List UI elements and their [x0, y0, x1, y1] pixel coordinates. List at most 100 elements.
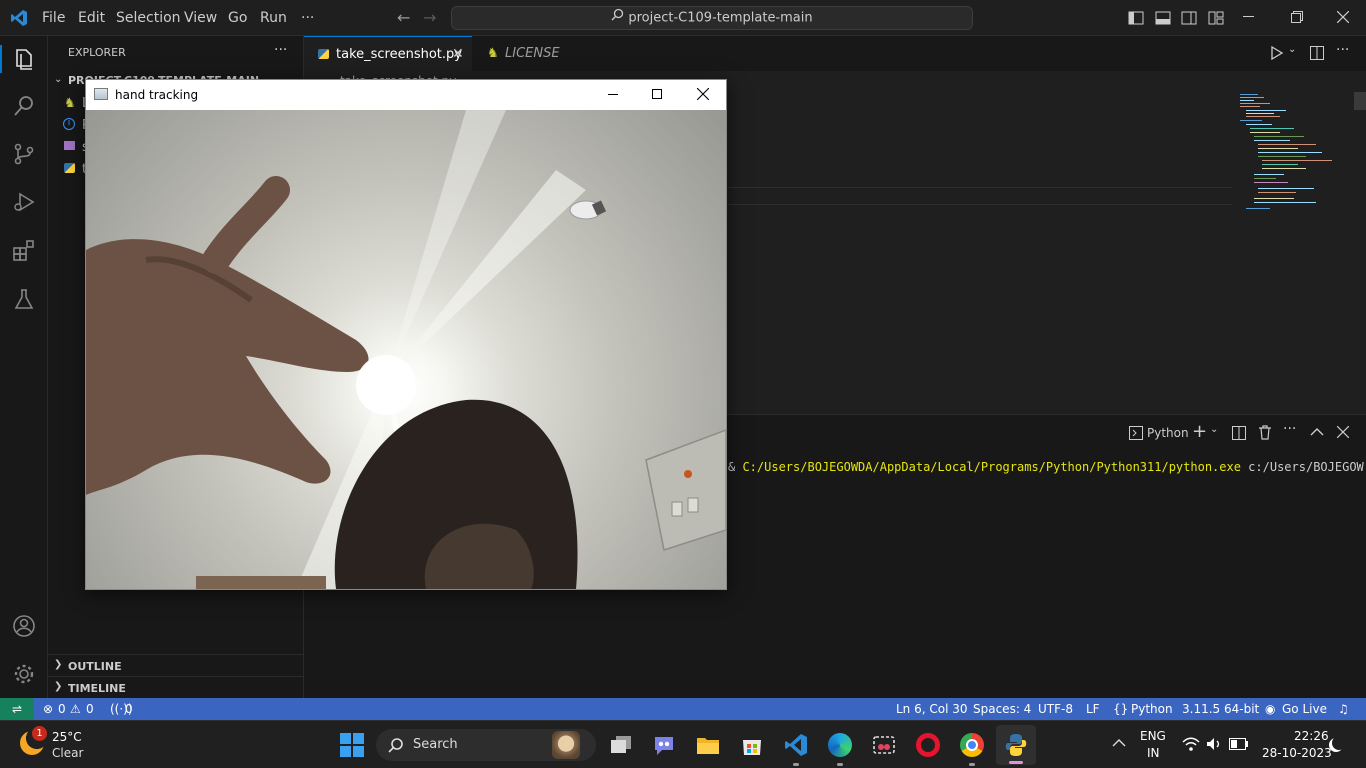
run-file-icon[interactable] [1270, 45, 1284, 64]
back-arrow-icon[interactable]: ← [397, 8, 410, 27]
teams-chat-icon[interactable] [652, 734, 676, 760]
restore-icon[interactable] [1291, 11, 1303, 27]
new-terminal-plus-icon[interactable]: + [1192, 421, 1207, 442]
line-ending[interactable]: LF [1086, 702, 1100, 716]
extensions-icon[interactable] [12, 239, 36, 267]
errors-count[interactable]: 0 [58, 702, 66, 716]
volume-icon[interactable] [1206, 736, 1222, 756]
microsoft-store-icon[interactable] [740, 733, 764, 761]
hand-tracking-window[interactable]: hand tracking [85, 79, 727, 590]
explorer-more-icon[interactable]: ··· [274, 42, 287, 58]
source-control-icon[interactable] [12, 142, 36, 170]
battery-icon[interactable] [1229, 738, 1249, 754]
current-line-highlight [724, 187, 1232, 205]
terminal-command-line[interactable]: & C:/Users/BOJEGOWDA/AppData/Local/Progr… [728, 460, 1364, 474]
taskbar-search-box[interactable]: Search [376, 729, 596, 761]
run-debug-icon[interactable] [12, 190, 36, 218]
minimize-icon[interactable] [1243, 16, 1254, 17]
chevron-right-icon: ❯ [54, 659, 63, 670]
command-center-search[interactable]: project-C109-template-main [451, 6, 973, 30]
menu-run[interactable]: Run [260, 10, 287, 26]
close-panel-icon[interactable] [1336, 425, 1350, 442]
forward-arrow-icon[interactable]: → [423, 8, 436, 27]
warnings-icon[interactable]: ⚠ [70, 702, 81, 716]
language-indicator-top[interactable]: ENG [1140, 729, 1166, 743]
close-icon[interactable] [1336, 10, 1350, 27]
customize-layout-icon[interactable] [1208, 10, 1224, 30]
testing-icon[interactable] [12, 287, 36, 315]
python-interpreter[interactable]: 3.11.5 64-bit [1182, 702, 1259, 716]
search-sidebar-icon[interactable] [12, 94, 36, 122]
edge-browser-icon[interactable] [828, 733, 852, 757]
timeline-section[interactable]: ❯ TIMELINE [48, 676, 304, 698]
terminal-dropdown-chevron-icon[interactable]: ⌄ [1210, 424, 1218, 435]
outline-section[interactable]: ❯ OUTLINE [48, 654, 304, 676]
split-editor-icon[interactable] [1310, 46, 1324, 64]
menu-go[interactable]: Go [228, 10, 247, 26]
chevron-down-icon[interactable]: ⌄ [54, 74, 62, 85]
remote-indicator-icon[interactable]: ⇌ [0, 698, 34, 720]
wifi-icon[interactable] [1182, 736, 1200, 756]
panel-more-icon[interactable]: ··· [1283, 421, 1296, 437]
terminal-profile-label[interactable]: Python [1147, 426, 1189, 440]
running-indicator [837, 763, 843, 766]
window-close-icon[interactable] [696, 87, 710, 103]
menu-edit[interactable]: Edit [78, 10, 105, 26]
clock-time[interactable]: 22:26 [1294, 729, 1329, 743]
tab-close-icon[interactable]: ✕ [452, 37, 464, 72]
menu-selection[interactable]: Selection [116, 10, 181, 26]
clock-date[interactable]: 28-10-2023 [1262, 746, 1332, 760]
chrome-browser-icon[interactable] [960, 733, 984, 757]
show-hidden-icons-chevron-icon[interactable] [1112, 737, 1126, 752]
toggle-secondary-sidebar-icon[interactable] [1181, 10, 1197, 30]
vscode-taskbar-icon[interactable] [784, 733, 808, 761]
editor-more-icon[interactable]: ··· [1336, 42, 1349, 58]
toggle-panel-icon[interactable] [1155, 10, 1171, 30]
language-braces-icon: {} [1113, 702, 1129, 716]
hand-tracking-titlebar[interactable]: hand tracking [86, 80, 726, 110]
task-view-icon[interactable] [610, 735, 632, 759]
errors-icon[interactable]: ⊗ [43, 702, 53, 716]
menu-file[interactable]: File [42, 10, 65, 26]
opera-browser-icon[interactable] [916, 733, 940, 757]
tab-bar: take_screenshot.py ✕ ♞ LICENSE ⌄ ··· [304, 36, 1366, 71]
encoding[interactable]: UTF-8 [1038, 702, 1073, 716]
windows-start-icon[interactable] [340, 733, 364, 761]
language-indicator-bottom[interactable]: IN [1147, 746, 1160, 760]
run-dropdown-chevron-icon[interactable]: ⌄ [1288, 44, 1296, 55]
indentation[interactable]: Spaces: 4 [973, 702, 1031, 716]
outline-title: OUTLINE [68, 660, 122, 673]
activity-bar [0, 36, 48, 698]
explorer-icon[interactable] [12, 47, 36, 75]
python-file-icon [64, 163, 75, 173]
trash-icon[interactable] [1258, 425, 1272, 444]
menu-view[interactable]: View [184, 10, 217, 26]
minimap[interactable] [1236, 92, 1356, 222]
python-taskbar-item[interactable] [996, 725, 1036, 765]
language-mode[interactable]: Python [1131, 702, 1173, 716]
ports-count[interactable]: 0 [125, 702, 133, 716]
toggle-sidebar-icon[interactable] [1128, 10, 1144, 30]
weather-widget[interactable]: 1 25°C Clear [18, 726, 108, 763]
menu-more[interactable]: ··· [301, 10, 314, 26]
file-explorer-icon[interactable] [696, 734, 720, 760]
notifications-bell-icon[interactable]: ♫ [1338, 702, 1349, 716]
maximize-panel-chevron-up-icon[interactable] [1310, 426, 1324, 441]
focus-moon-icon[interactable] [1332, 736, 1346, 750]
tab-take-screenshot[interactable]: take_screenshot.py ✕ [304, 36, 472, 71]
status-bar: ⇌ ⊗ 0 ⚠ 0 ((·)) 0 Ln 6, Col 30 Spaces: 4… [0, 698, 1366, 720]
warnings-count[interactable]: 0 [86, 702, 94, 716]
minimap-slider[interactable] [1354, 92, 1366, 110]
split-terminal-icon[interactable] [1232, 426, 1246, 444]
terminal-python-path: C:/Users/BOJEGOWDA/AppData/Local/Program… [742, 460, 1241, 474]
tab-license[interactable]: ♞ LICENSE [473, 36, 591, 71]
cursor-position[interactable]: Ln 6, Col 30 [896, 702, 968, 716]
settings-gear-icon[interactable] [12, 662, 36, 690]
terminal-arg: c:/Users/BOJEGOW [1240, 460, 1364, 474]
info-file-icon: i [63, 118, 75, 130]
account-icon[interactable] [12, 614, 36, 642]
go-live-button[interactable]: Go Live [1282, 702, 1327, 716]
window-minimize-icon[interactable] [608, 94, 618, 95]
snipping-tool-icon[interactable] [872, 733, 896, 761]
window-maximize-icon[interactable] [652, 89, 662, 99]
